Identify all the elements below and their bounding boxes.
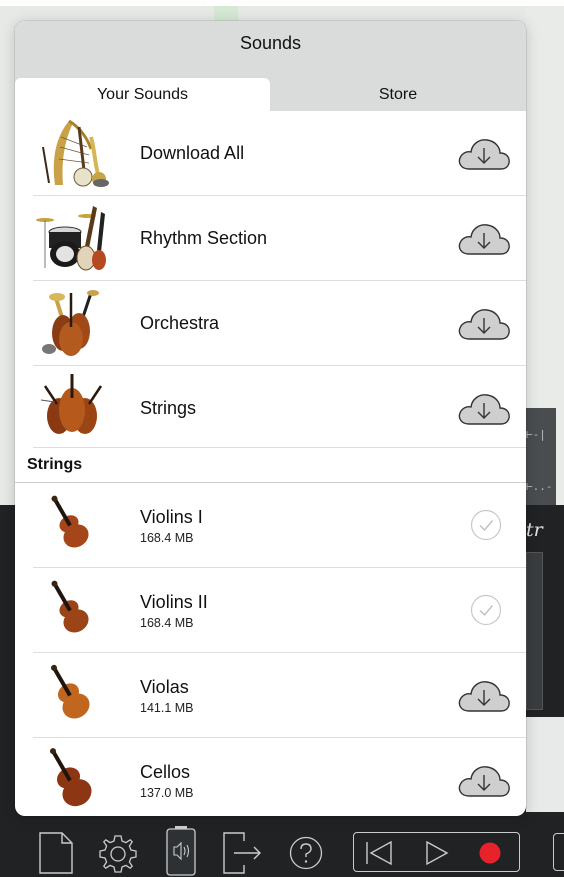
cloud-download-icon[interactable] xyxy=(457,678,511,714)
item-title: Strings xyxy=(140,398,197,418)
list-item-orchestra[interactable]: Orchestra xyxy=(33,281,526,366)
list-item-violas[interactable]: Violas 141.1 MB xyxy=(33,653,526,738)
item-title: Violins II xyxy=(140,592,208,612)
instruments-collage-icon xyxy=(42,119,109,187)
list-item-cellos[interactable]: Cellos 137.0 MB xyxy=(33,738,526,816)
checkmark-icon[interactable] xyxy=(470,594,502,626)
popover-header: Sounds Your Sounds Store xyxy=(15,21,526,111)
violin-icon xyxy=(51,580,89,633)
item-title: Violas xyxy=(140,677,189,697)
list-item-violins-2[interactable]: Violins II 168.4 MB xyxy=(33,568,526,653)
item-title: Violins I xyxy=(140,507,203,527)
item-size: 137.0 MB xyxy=(140,786,194,800)
list-item-rhythm-section[interactable]: Rhythm Section xyxy=(33,196,526,281)
sounds-popover: Sounds Your Sounds Store Download All Rh… xyxy=(15,21,526,816)
item-size: 168.4 MB xyxy=(140,531,194,545)
drums-guitar-icon xyxy=(36,206,106,271)
item-title: Cellos xyxy=(140,762,191,782)
cloud-download-icon[interactable] xyxy=(457,136,511,172)
bottom-toolbar xyxy=(0,825,564,877)
transport-controls xyxy=(353,832,520,872)
new-document-icon[interactable] xyxy=(38,831,74,875)
item-title: Rhythm Section xyxy=(140,228,268,248)
trill-marker: tr xyxy=(526,519,543,541)
item-title: Orchestra xyxy=(140,313,220,333)
orchestra-instruments-icon xyxy=(42,290,99,356)
cloud-download-icon[interactable] xyxy=(457,221,511,257)
section-header-strings: Strings xyxy=(15,448,526,483)
section-title: Strings xyxy=(27,456,83,473)
help-icon[interactable] xyxy=(289,836,323,870)
violin-icon xyxy=(51,495,89,548)
sounds-speaker-icon[interactable] xyxy=(166,825,196,877)
play-icon[interactable] xyxy=(424,840,450,866)
popover-title: Sounds xyxy=(239,33,302,53)
list-item-download-all[interactable]: Download All xyxy=(33,111,526,196)
cloud-download-icon[interactable] xyxy=(457,763,511,799)
string-instruments-icon xyxy=(40,374,103,434)
tab-your-sounds[interactable]: Your Sounds xyxy=(15,78,270,111)
rewind-icon[interactable] xyxy=(364,840,394,866)
tab-store[interactable]: Store xyxy=(270,78,526,111)
settings-gear-icon[interactable] xyxy=(97,833,139,875)
export-icon[interactable] xyxy=(222,831,264,875)
score-page-lower xyxy=(526,717,564,812)
toolbar-edge-button[interactable] xyxy=(553,833,564,871)
sounds-list: Download All Rhythm Section Orchestra St… xyxy=(15,111,526,816)
item-size: 141.1 MB xyxy=(140,701,194,715)
tab-bar: Your Sounds Store xyxy=(15,78,526,111)
cello-icon xyxy=(50,748,92,807)
list-item-violins-1[interactable]: Violins I 168.4 MB xyxy=(33,483,526,568)
score-staff xyxy=(526,552,543,710)
top-bar xyxy=(0,0,564,6)
list-item-strings[interactable]: Strings xyxy=(33,366,526,448)
viola-icon xyxy=(51,664,90,719)
record-icon[interactable] xyxy=(479,842,501,864)
checkmark-icon[interactable] xyxy=(470,509,502,541)
cloud-download-icon[interactable] xyxy=(457,306,511,342)
item-size: 168.4 MB xyxy=(140,616,194,630)
cloud-download-icon[interactable] xyxy=(457,391,511,427)
item-title: Download All xyxy=(140,143,245,163)
